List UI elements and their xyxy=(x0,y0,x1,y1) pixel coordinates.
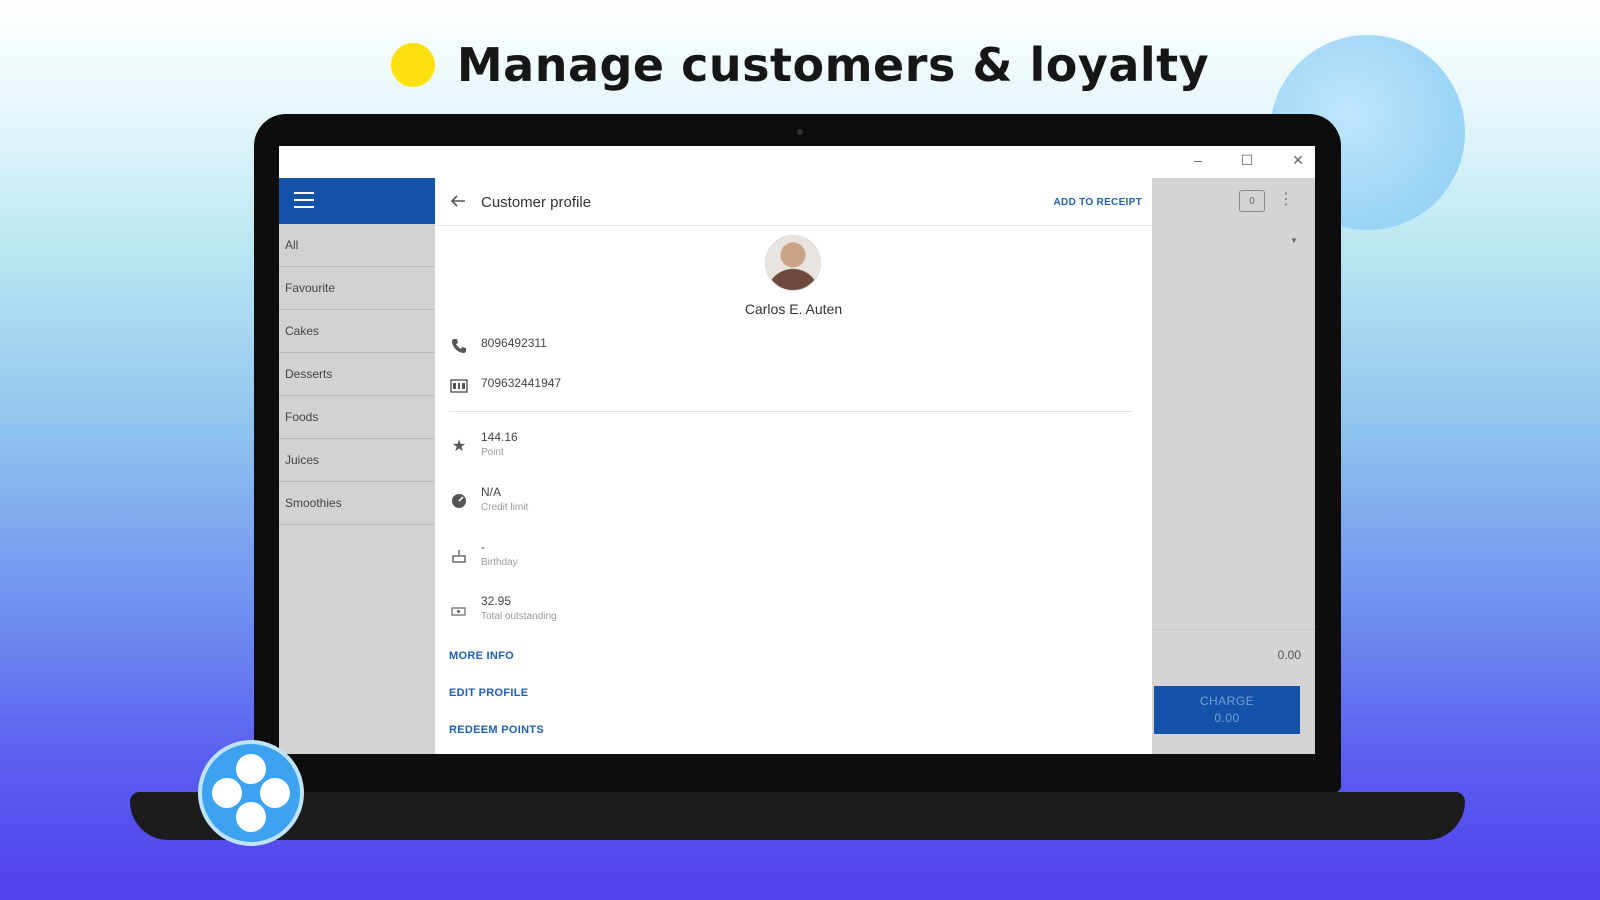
charge-label: CHARGE xyxy=(1199,694,1255,708)
page-title: Customer profile xyxy=(481,194,592,211)
section-divider xyxy=(449,411,1132,412)
credit-label: Credit limit xyxy=(481,502,529,513)
window-titlebar: – ☐ ✕ xyxy=(279,146,1315,178)
birthday-row: - Birthday xyxy=(449,540,518,568)
card-row: 709632441947 xyxy=(449,376,561,396)
dropdown-arrow-icon[interactable]: ▼ xyxy=(1290,236,1298,245)
category-item-favourite[interactable]: Favourite xyxy=(279,267,435,310)
charge-amount: 0.00 xyxy=(1214,711,1240,725)
laptop-camera xyxy=(797,129,803,135)
profile-toolbar: Customer profile ADD TO RECEIPT xyxy=(435,178,1152,226)
ticket-count-icon[interactable]: 0 xyxy=(1239,190,1265,212)
more-vert-icon[interactable]: ⋮ xyxy=(1278,189,1294,209)
minimize-button[interactable]: – xyxy=(1188,152,1208,168)
customer-avatar xyxy=(765,235,821,291)
cake-icon xyxy=(449,546,469,566)
outstanding-row: 32.95 Total outstanding xyxy=(449,594,557,622)
headline-text: Manage customers & loyalty xyxy=(456,38,1210,92)
laptop-base xyxy=(130,792,1465,840)
redeem-points-link[interactable]: REDEEM POINTS xyxy=(449,724,544,736)
receipt-panel: 0 ⋮ ▼ 0.00 CHARGE 0.00 xyxy=(1152,178,1315,754)
birthday-label: Birthday xyxy=(481,557,518,568)
category-item-juices[interactable]: Juices xyxy=(279,439,435,482)
birthday-value: - xyxy=(481,540,485,554)
close-button[interactable]: ✕ xyxy=(1288,152,1308,169)
points-label: Point xyxy=(481,447,504,458)
credit-row: N/A Credit limit xyxy=(449,485,528,513)
customer-profile-panel: Customer profile ADD TO RECEIPT Carlos E… xyxy=(435,178,1152,754)
category-item-foods[interactable]: Foods xyxy=(279,396,435,439)
phone-icon xyxy=(449,336,469,356)
app-logo-icon xyxy=(198,740,304,846)
more-info-link[interactable]: MORE INFO xyxy=(449,650,514,662)
category-sidebar: All Favourite Cakes Desserts Foods Juice… xyxy=(279,224,435,754)
category-item-cakes[interactable]: Cakes xyxy=(279,310,435,353)
hamburger-menu-icon[interactable] xyxy=(294,192,314,213)
add-to-receipt-button[interactable]: ADD TO RECEIPT xyxy=(1054,197,1142,208)
promo-headline: Manage customers & loyalty xyxy=(0,38,1600,92)
edit-profile-link[interactable]: EDIT PROFILE xyxy=(449,687,528,699)
category-item-desserts[interactable]: Desserts xyxy=(279,353,435,396)
outstanding-value: 32.95 xyxy=(481,594,512,608)
card-icon xyxy=(449,376,469,396)
points-value: 144.16 xyxy=(481,430,518,444)
receipt-total: 0.00 xyxy=(1277,648,1301,662)
maximize-button[interactable]: ☐ xyxy=(1237,152,1257,169)
card-number: 709632441947 xyxy=(481,376,562,390)
outstanding-label: Total outstanding xyxy=(481,611,557,622)
credit-value: N/A xyxy=(481,485,502,499)
customer-name: Carlos E. Auten xyxy=(744,301,843,317)
category-item-smoothies[interactable]: Smoothies xyxy=(279,482,435,525)
charge-button[interactable]: CHARGE 0.00 xyxy=(1154,686,1300,734)
star-icon: ★ xyxy=(451,438,467,455)
speedometer-icon xyxy=(449,491,469,511)
app-window: – ☐ ✕ All Favourite Cakes Desserts Foods… xyxy=(279,146,1315,754)
points-row: ★ 144.16 Point xyxy=(449,430,518,458)
cash-icon xyxy=(449,600,469,620)
phone-row: 8096492311 xyxy=(449,336,547,356)
category-item-all[interactable]: All xyxy=(279,224,435,267)
total-divider xyxy=(1152,629,1315,630)
yellow-dot-icon xyxy=(390,43,435,87)
sidebar-header xyxy=(279,178,435,224)
phone-number: 8096492311 xyxy=(481,336,547,350)
back-arrow-icon[interactable] xyxy=(449,192,467,210)
